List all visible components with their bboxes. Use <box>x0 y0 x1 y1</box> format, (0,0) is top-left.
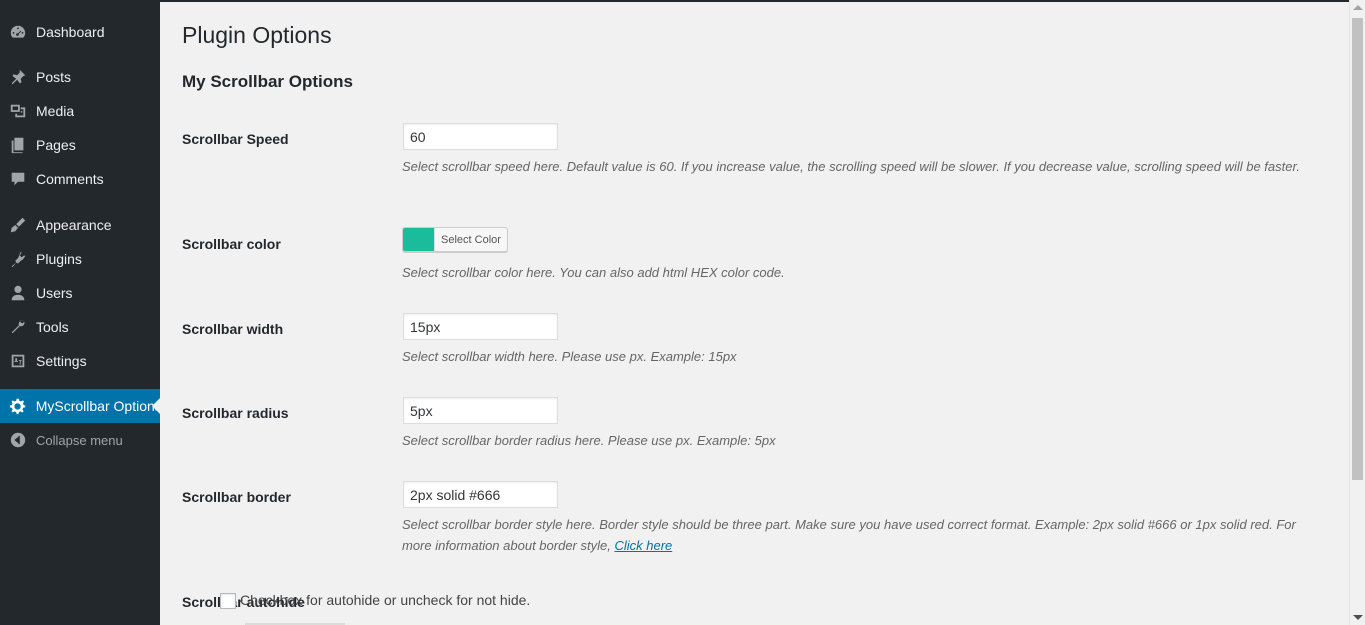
sidebar-item-label: Posts <box>36 69 72 85</box>
border-label: Scrollbar border <box>182 489 291 505</box>
border-description: Select scrollbar border style here. Bord… <box>402 514 1322 556</box>
media-icon <box>8 101 28 121</box>
sidebar-item-comments[interactable]: Comments <box>0 162 160 196</box>
top-border <box>0 0 1365 2</box>
settings-icon <box>8 351 28 371</box>
page-title: Plugin Options <box>182 22 332 48</box>
sidebar-item-appearance[interactable]: Appearance <box>0 208 160 242</box>
brush-icon <box>8 215 28 235</box>
color-label: Scrollbar color <box>182 236 281 252</box>
speed-input[interactable] <box>403 123 558 150</box>
collapse-icon <box>8 430 28 450</box>
sidebar-item-label: Pages <box>36 137 76 153</box>
scrollbar-thumb[interactable] <box>1352 18 1363 480</box>
sidebar-item-pages[interactable]: Pages <box>0 128 160 162</box>
sidebar-item-posts[interactable]: Posts <box>0 60 160 94</box>
autohide-checkbox[interactable] <box>220 593 236 609</box>
sidebar-item-tools[interactable]: Tools <box>0 310 160 344</box>
autohide-checkbox-label: Checkbox for autohide or uncheck for not… <box>240 592 531 608</box>
plugin-icon <box>8 249 28 269</box>
width-label: Scrollbar width <box>182 321 284 337</box>
sidebar-item-label: Comments <box>36 171 104 187</box>
radius-description: Select scrollbar border radius here. Ple… <box>402 433 776 448</box>
scroll-down-arrow-icon[interactable] <box>1353 615 1363 620</box>
sidebar-item-label: Media <box>36 103 75 119</box>
sidebar-item-label: Users <box>36 285 73 301</box>
radius-label: Scrollbar radius <box>182 405 289 421</box>
user-icon <box>8 283 28 303</box>
sidebar-item-settings[interactable]: Settings <box>0 344 160 378</box>
width-description: Select scrollbar width here. Please use … <box>402 349 737 364</box>
sidebar-item-myscrollbar-options[interactable]: MyScrollbar Options <box>0 389 160 423</box>
radius-input[interactable] <box>403 397 558 424</box>
sidebar-item-label: Settings <box>36 353 87 369</box>
active-indicator-arrow <box>152 398 160 414</box>
dashboard-icon <box>8 22 28 42</box>
sidebar-item-label: Dashboard <box>36 24 105 40</box>
pin-icon <box>8 67 28 87</box>
gear-icon <box>8 396 28 416</box>
collapse-menu-button[interactable]: Collapse menu <box>0 423 160 457</box>
speed-label: Scrollbar Speed <box>182 131 289 147</box>
wrench-icon <box>8 317 28 337</box>
sidebar-item-plugins[interactable]: Plugins <box>0 242 160 276</box>
pages-icon <box>8 135 28 155</box>
collapse-menu-label: Collapse menu <box>36 432 123 448</box>
sidebar-item-media[interactable]: Media <box>0 94 160 128</box>
sidebar-item-label: Appearance <box>36 217 112 233</box>
color-description: Select scrollbar color here. You can als… <box>402 265 785 280</box>
speed-description: Select scrollbar speed here. Default val… <box>402 159 1300 174</box>
sidebar-item-label: MyScrollbar Options <box>35 398 160 414</box>
select-color-button[interactable]: Select Color <box>402 227 508 252</box>
color-swatch <box>403 228 434 251</box>
sidebar-item-dashboard[interactable]: Dashboard <box>0 15 160 49</box>
click-here-link[interactable]: Click here <box>614 538 672 553</box>
border-input[interactable] <box>403 481 558 508</box>
sidebar-item-users[interactable]: Users <box>0 276 160 310</box>
width-input[interactable] <box>403 313 558 340</box>
comments-icon <box>8 169 28 189</box>
section-title: My Scrollbar Options <box>182 72 353 91</box>
border-description-text: Select scrollbar border style here. Bord… <box>402 517 1296 553</box>
sidebar-item-label: Tools <box>36 319 69 335</box>
sidebar-item-label: Plugins <box>36 251 82 267</box>
select-color-label: Select Color <box>434 228 507 251</box>
admin-sidebar: Dashboard Posts Media Pages Comments App… <box>0 0 160 625</box>
scroll-up-arrow-icon[interactable] <box>1353 5 1363 10</box>
page-scrollbar[interactable] <box>1349 0 1365 625</box>
